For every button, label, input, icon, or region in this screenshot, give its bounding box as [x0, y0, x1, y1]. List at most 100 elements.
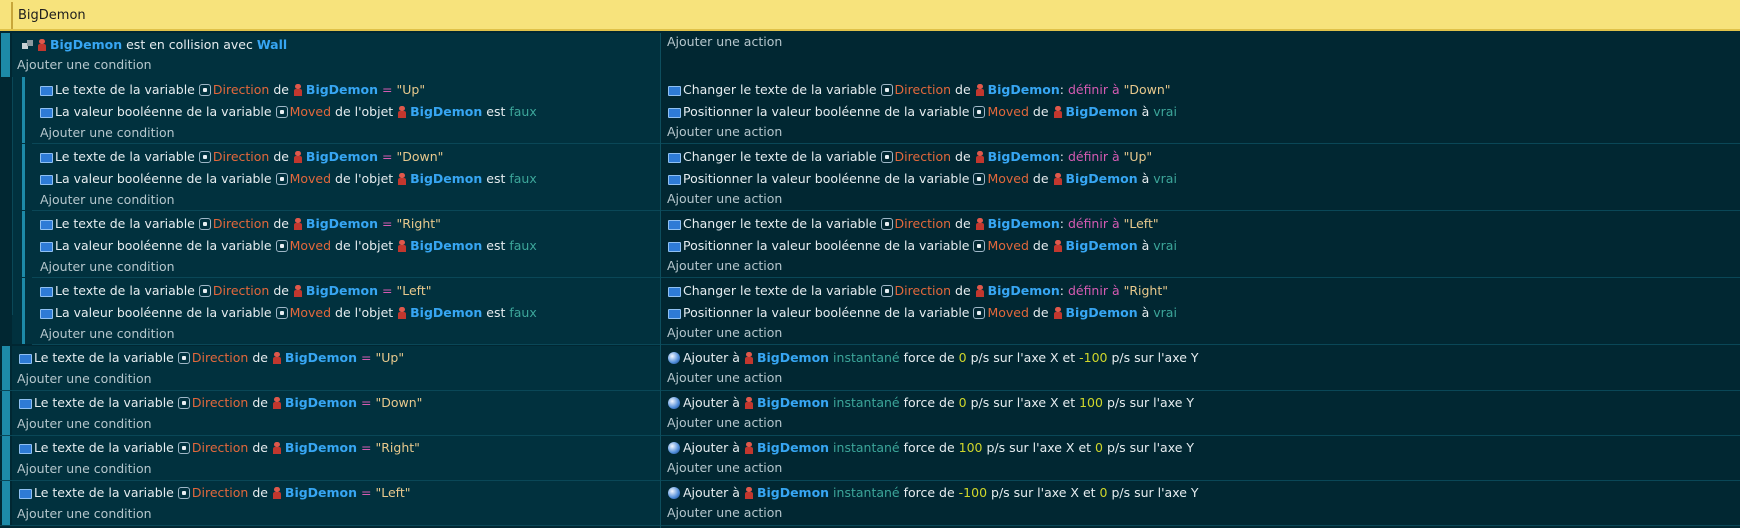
variable-name: Direction — [191, 440, 249, 455]
scene-variable-icon — [880, 285, 893, 297]
object-icon — [1053, 173, 1063, 185]
add-force-action[interactable]: Ajouter à BigDemon instantané force de 0… — [668, 394, 1194, 412]
add-condition-button[interactable]: Ajouter une condition — [17, 57, 152, 72]
moved-condition[interactable]: La valeur booléenne de la variable Moved… — [40, 170, 537, 188]
scene-variable-icon — [275, 307, 288, 319]
object-name: BigDemon — [410, 238, 483, 253]
scene-variable-icon — [275, 240, 288, 252]
variable-icon — [40, 86, 53, 96]
add-condition-button[interactable]: Ajouter une condition — [40, 259, 175, 274]
direction-condition[interactable]: Le texte de la variable Direction de Big… — [40, 148, 443, 166]
string-value: "Left" — [1123, 216, 1159, 231]
act-text: Positionner la valeur booléenne de la va… — [683, 104, 974, 119]
cond-text: Le texte de la variable — [34, 440, 178, 455]
cond-text: est — [482, 171, 510, 186]
add-condition-button[interactable]: Ajouter une condition — [40, 125, 175, 140]
act-text: de — [1028, 305, 1053, 320]
change-direction-action[interactable]: Changer le texte de la variable Directio… — [668, 148, 1152, 166]
add-action-button[interactable]: Ajouter une action — [667, 191, 782, 206]
act-text: de — [951, 283, 975, 298]
cond-text: est — [482, 305, 510, 320]
scene-variable-icon — [973, 240, 986, 252]
act-text: p/s sur l'axe Y — [1102, 395, 1195, 410]
object-name: BigDemon — [305, 149, 379, 164]
string-value: "Right" — [375, 440, 420, 455]
group-title: BigDemon — [18, 8, 86, 23]
act-text: de — [1028, 238, 1053, 253]
moved-condition[interactable]: La valeur booléenne de la variable Moved… — [40, 304, 537, 322]
add-action-button[interactable]: Ajouter une action — [667, 325, 782, 340]
add-action-button[interactable]: Ajouter une action — [667, 415, 782, 430]
act-text: : — [1059, 216, 1068, 231]
moved-condition[interactable]: La valeur booléenne de la variable Moved… — [40, 103, 537, 121]
scene-variable-icon — [880, 84, 893, 96]
add-action-button[interactable]: Ajouter une action — [667, 505, 782, 520]
scene-variable-icon — [177, 487, 190, 499]
add-condition-button[interactable]: Ajouter une condition — [17, 506, 152, 521]
add-condition-button[interactable]: Ajouter une condition — [17, 461, 152, 476]
string-value: "Down" — [396, 149, 444, 164]
act-text: p/s sur l'axe Y — [1107, 350, 1199, 365]
direction-condition[interactable]: Le texte de la variable Direction de Big… — [19, 439, 420, 457]
cond-text: Le texte de la variable — [55, 283, 199, 298]
add-condition-button[interactable]: Ajouter une condition — [40, 326, 175, 341]
act-text: Positionner la valeur booléenne de la va… — [683, 171, 974, 186]
change-direction-action[interactable]: Changer le texte de la variable Directio… — [668, 81, 1171, 99]
object-name: BigDemon — [50, 37, 123, 52]
operator: = — [378, 82, 397, 97]
variable-name: Direction — [212, 149, 270, 164]
scene-variable-icon — [275, 106, 288, 118]
add-action-button[interactable]: Ajouter une action — [667, 258, 782, 273]
add-action-button[interactable]: Ajouter une action — [667, 124, 782, 139]
cond-text: de — [248, 485, 272, 500]
direction-condition[interactable]: Le texte de la variable Direction de Big… — [40, 81, 425, 99]
act-text: p/s sur l'axe Y — [1102, 440, 1195, 455]
add-force-action[interactable]: Ajouter à BigDemon instantané force de -… — [668, 484, 1199, 502]
direction-condition[interactable]: Le texte de la variable Direction de Big… — [19, 394, 422, 412]
moved-condition[interactable]: La valeur booléenne de la variable Moved… — [40, 237, 537, 255]
scene-variable-icon — [177, 442, 190, 454]
change-direction-action[interactable]: Changer le texte de la variable Directio… — [668, 215, 1159, 233]
set-moved-action[interactable]: Positionner la valeur booléenne de la va… — [668, 170, 1177, 188]
variable-name: Moved — [289, 171, 332, 186]
add-condition-button[interactable]: Ajouter une condition — [17, 371, 152, 386]
act-text: de — [951, 149, 975, 164]
scene-variable-icon — [198, 84, 211, 96]
object-icon — [293, 285, 303, 297]
set-moved-action[interactable]: Positionner la valeur booléenne de la va… — [668, 304, 1177, 322]
keyword-value: faux — [509, 305, 537, 320]
object-name: BigDemon — [987, 149, 1060, 164]
operator: = — [357, 440, 376, 455]
direction-condition[interactable]: Le texte de la variable Direction de Big… — [19, 484, 411, 502]
variable-icon — [668, 309, 681, 319]
variable-name: Direction — [212, 82, 270, 97]
add-action-button[interactable]: Ajouter une action — [667, 370, 782, 385]
object-icon — [272, 487, 282, 499]
change-direction-action[interactable]: Changer le texte de la variable Directio… — [668, 282, 1168, 300]
scene-variable-icon — [275, 173, 288, 185]
add-condition-button[interactable]: Ajouter une condition — [40, 192, 175, 207]
object-icon — [397, 240, 407, 252]
direction-condition[interactable]: Le texte de la variable Direction de Big… — [40, 215, 441, 233]
group-collapse-handle[interactable] — [11, 2, 13, 29]
add-action-button[interactable]: Ajouter une action — [667, 34, 782, 49]
object-icon — [744, 442, 754, 454]
direction-condition[interactable]: Le texte de la variable Direction de Big… — [40, 282, 432, 300]
string-value: "Up" — [396, 82, 426, 97]
direction-condition[interactable]: Le texte de la variable Direction de Big… — [19, 349, 404, 367]
cond-text: de l'objet — [331, 238, 398, 253]
add-force-action[interactable]: Ajouter à BigDemon instantané force de 1… — [668, 439, 1194, 457]
add-action-button[interactable]: Ajouter une action — [667, 460, 782, 475]
object-icon — [272, 397, 282, 409]
add-condition-button[interactable]: Ajouter une condition — [17, 416, 152, 431]
add-force-action[interactable]: Ajouter à BigDemon instantané force de 0… — [668, 349, 1199, 367]
cond-text: de l'objet — [331, 104, 398, 119]
column-divider — [660, 33, 661, 528]
variable-name: Direction — [191, 395, 249, 410]
object-name: BigDemon — [756, 440, 830, 455]
variable-name: Moved — [987, 305, 1029, 320]
set-moved-action[interactable]: Positionner la valeur booléenne de la va… — [668, 103, 1177, 121]
group-header[interactable]: BigDemon — [0, 0, 1740, 31]
set-moved-action[interactable]: Positionner la valeur booléenne de la va… — [668, 237, 1177, 255]
collision-condition[interactable]: BigDemon est en collision avec Wall — [22, 36, 287, 54]
